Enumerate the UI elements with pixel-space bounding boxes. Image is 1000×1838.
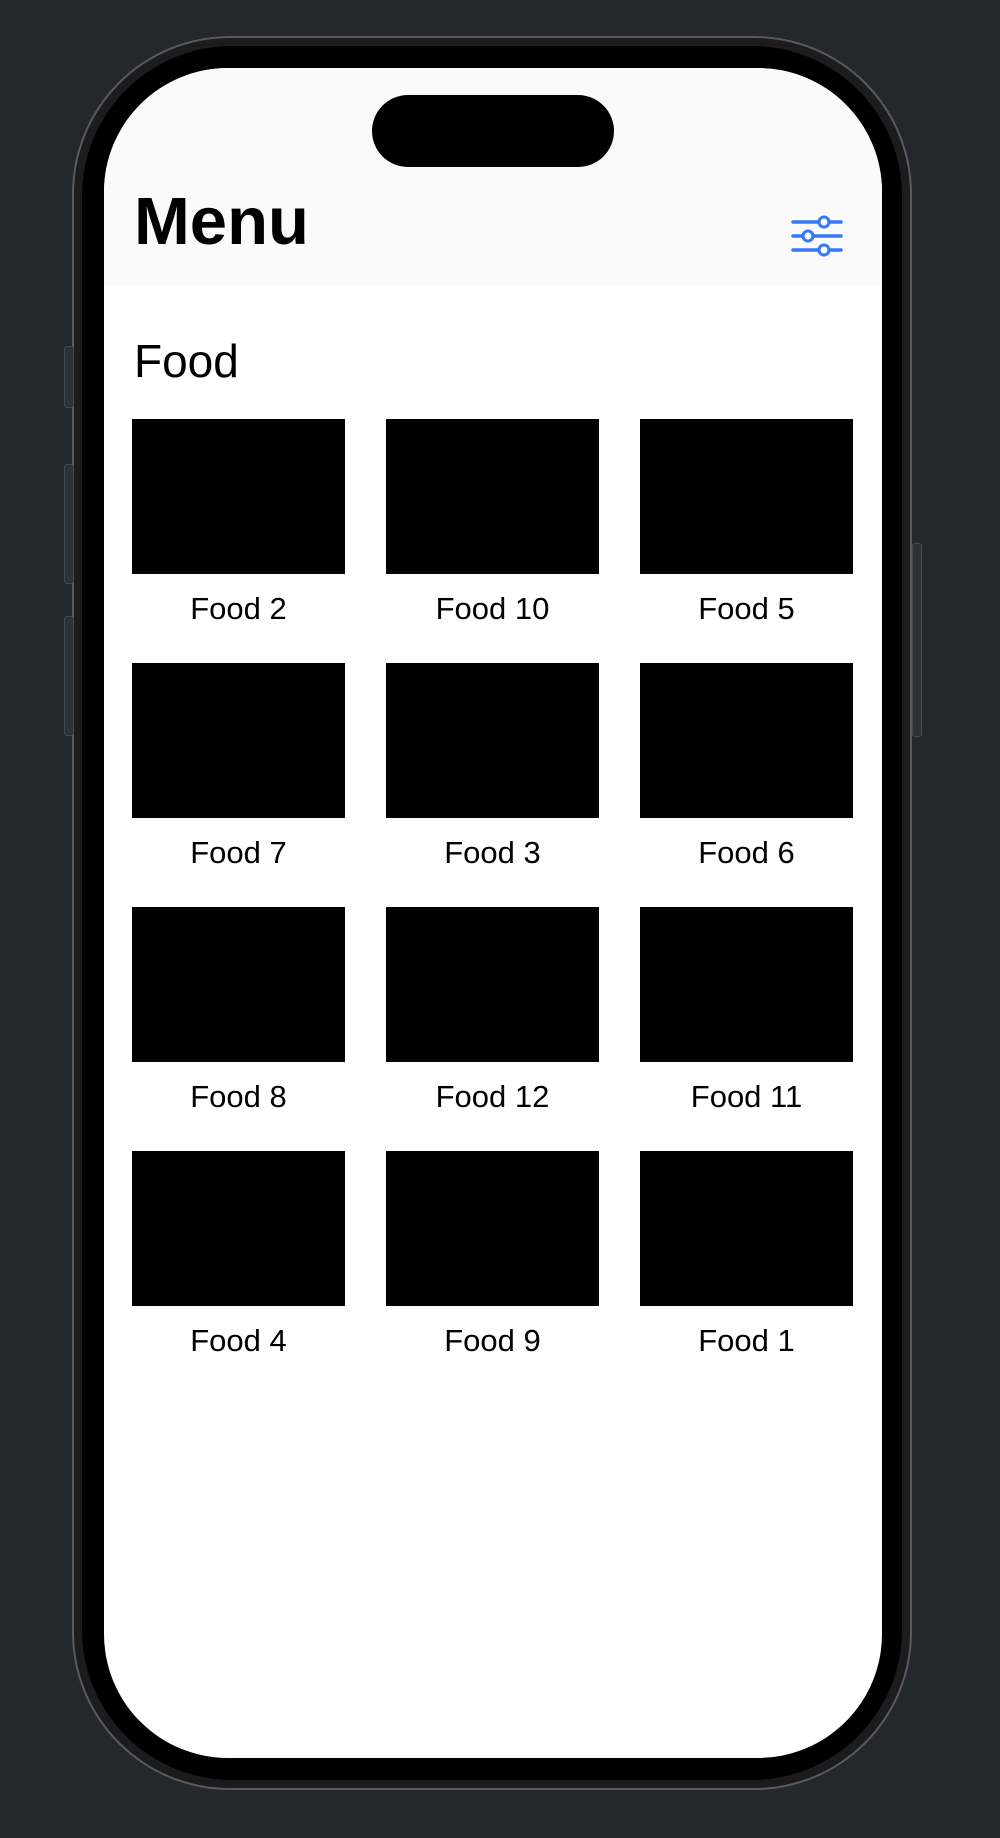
food-card[interactable]: Food 4 (132, 1151, 345, 1362)
food-card[interactable]: Food 1 (640, 1151, 853, 1362)
food-label: Food 3 (444, 835, 541, 870)
food-card[interactable]: Food 11 (640, 907, 853, 1118)
food-image (640, 419, 853, 574)
food-label: Food 8 (190, 1079, 287, 1114)
page-title: Menu (134, 184, 309, 259)
food-card[interactable]: Food 7 (132, 663, 345, 874)
volume-down-button (64, 616, 74, 736)
food-image (640, 663, 853, 818)
food-image (640, 1151, 853, 1306)
food-label: Food 1 (698, 1323, 795, 1358)
food-label: Food 2 (190, 591, 287, 626)
food-label: Food 4 (190, 1323, 287, 1358)
food-image (640, 907, 853, 1062)
food-image (132, 663, 345, 818)
food-card[interactable]: Food 5 (640, 419, 853, 630)
food-card[interactable]: Food 9 (386, 1151, 599, 1362)
food-image (132, 907, 345, 1062)
food-image (132, 1151, 345, 1306)
volume-up-button (64, 464, 74, 584)
food-card[interactable]: Food 6 (640, 663, 853, 874)
filter-button[interactable] (790, 212, 844, 260)
section-title: Food (134, 335, 239, 387)
food-image (132, 419, 345, 574)
food-image (386, 907, 599, 1062)
action-button (64, 346, 74, 408)
food-label: Food 10 (435, 591, 550, 626)
food-card[interactable]: Food 3 (386, 663, 599, 874)
food-label: Food 11 (690, 1079, 803, 1114)
food-image (386, 419, 599, 574)
food-card[interactable]: Food 2 (132, 419, 345, 630)
screen: Menu Food Food 2 Food 10 Food 5 Food 7 F… (104, 68, 882, 1758)
food-card[interactable]: Food 8 (132, 907, 345, 1118)
sliders-icon (791, 215, 843, 257)
food-label: Food 5 (698, 591, 795, 626)
food-label: Food 7 (190, 835, 287, 870)
food-label: Food 6 (698, 835, 795, 870)
power-button (912, 543, 922, 737)
food-label: Food 9 (444, 1323, 541, 1358)
dynamic-island (372, 95, 614, 167)
food-image (386, 1151, 599, 1306)
food-card[interactable]: Food 12 (386, 907, 599, 1118)
food-label: Food 12 (435, 1079, 550, 1114)
food-grid: Food 2 Food 10 Food 5 Food 7 Food 3 Food… (132, 419, 854, 1362)
food-image (386, 663, 599, 818)
food-card[interactable]: Food 10 (386, 419, 599, 630)
